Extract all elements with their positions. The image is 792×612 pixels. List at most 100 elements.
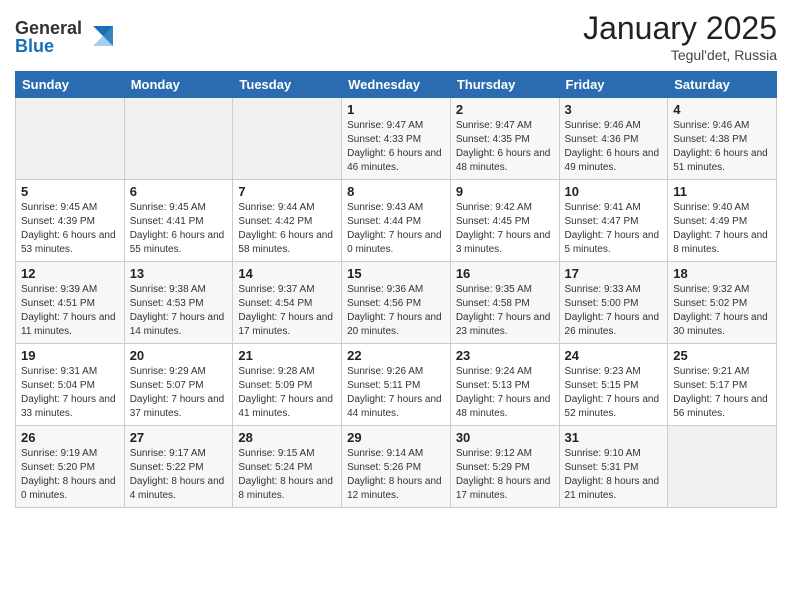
day-info: Sunrise: 9:33 AM Sunset: 5:00 PM Dayligh… xyxy=(565,283,663,339)
calendar-cell: 23 Sunrise: 9:24 AM Sunset: 5:13 PM Dayli… xyxy=(450,344,559,426)
day-info: Sunrise: 9:24 AM Sunset: 5:13 PM Dayligh… xyxy=(456,365,554,421)
day-number: 16 xyxy=(456,266,554,281)
day-number: 6 xyxy=(130,184,228,199)
calendar-cell: 29 Sunrise: 9:14 AM Sunset: 5:26 PM Dayli… xyxy=(342,426,451,508)
calendar-cell: 4 Sunrise: 9:46 AM Sunset: 4:38 PM Daylig… xyxy=(668,98,777,180)
calendar-cell: 27 Sunrise: 9:17 AM Sunset: 5:22 PM Dayli… xyxy=(124,426,233,508)
weekday-header-tuesday: Tuesday xyxy=(233,72,342,98)
day-info: Sunrise: 9:40 AM Sunset: 4:49 PM Dayligh… xyxy=(673,201,771,257)
day-info: Sunrise: 9:29 AM Sunset: 5:07 PM Dayligh… xyxy=(130,365,228,421)
day-number: 18 xyxy=(673,266,771,281)
page: General Blue January 2025 Tegul'det, Rus… xyxy=(0,0,792,612)
calendar-cell: 30Sunrise: 9:12 AM Sunset: 5:29 PM Dayli… xyxy=(450,426,559,508)
day-number: 4 xyxy=(673,102,771,117)
day-info: Sunrise: 9:47 AM Sunset: 4:35 PM Dayligh… xyxy=(456,119,554,175)
calendar-cell: 5 Sunrise: 9:45 AM Sunset: 4:39 PM Daylig… xyxy=(16,180,125,262)
calendar-cell: 11 Sunrise: 9:40 AM Sunset: 4:49 PM Dayli… xyxy=(668,180,777,262)
calendar-cell: 18 Sunrise: 9:32 AM Sunset: 5:02 PM Dayli… xyxy=(668,262,777,344)
day-info: Sunrise: 9:28 AM Sunset: 5:09 PM Dayligh… xyxy=(238,365,336,421)
calendar-cell: 15 Sunrise: 9:36 AM Sunset: 4:56 PM Dayli… xyxy=(342,262,451,344)
weekday-header-friday: Friday xyxy=(559,72,668,98)
calendar-week-5: 26Sunrise: 9:19 AM Sunset: 5:20 PM Dayli… xyxy=(16,426,777,508)
day-info: Sunrise: 9:41 AM Sunset: 4:47 PM Dayligh… xyxy=(565,201,663,257)
calendar-cell: 26Sunrise: 9:19 AM Sunset: 5:20 PM Dayli… xyxy=(16,426,125,508)
day-number: 24 xyxy=(565,348,663,363)
day-number: 30 xyxy=(456,430,554,445)
calendar-cell: 24 Sunrise: 9:23 AM Sunset: 5:15 PM Dayli… xyxy=(559,344,668,426)
svg-text:Blue: Blue xyxy=(15,36,54,56)
day-info: Sunrise: 9:36 AM Sunset: 4:56 PM Dayligh… xyxy=(347,283,445,339)
calendar-cell: 1 Sunrise: 9:47 AM Sunset: 4:33 PM Daylig… xyxy=(342,98,451,180)
calendar-cell: 19Sunrise: 9:31 AM Sunset: 5:04 PM Dayli… xyxy=(16,344,125,426)
title-block: January 2025 Tegul'det, Russia xyxy=(583,10,777,63)
calendar-cell: 3 Sunrise: 9:46 AM Sunset: 4:36 PM Daylig… xyxy=(559,98,668,180)
day-info: Sunrise: 9:46 AM Sunset: 4:38 PM Dayligh… xyxy=(673,119,771,175)
calendar-cell: 25 Sunrise: 9:21 AM Sunset: 5:17 PM Dayli… xyxy=(668,344,777,426)
day-number: 15 xyxy=(347,266,445,281)
day-number: 10 xyxy=(565,184,663,199)
calendar-cell: 2 Sunrise: 9:47 AM Sunset: 4:35 PM Daylig… xyxy=(450,98,559,180)
day-info: Sunrise: 9:10 AM Sunset: 5:31 PM Dayligh… xyxy=(565,447,663,503)
month-title: January 2025 xyxy=(583,10,777,47)
weekday-header-wednesday: Wednesday xyxy=(342,72,451,98)
day-info: Sunrise: 9:32 AM Sunset: 5:02 PM Dayligh… xyxy=(673,283,771,339)
calendar-table: SundayMondayTuesdayWednesdayThursdayFrid… xyxy=(15,71,777,508)
day-info: Sunrise: 9:47 AM Sunset: 4:33 PM Dayligh… xyxy=(347,119,445,175)
day-number: 2 xyxy=(456,102,554,117)
calendar-cell xyxy=(16,98,125,180)
weekday-header-saturday: Saturday xyxy=(668,72,777,98)
calendar-cell: 13Sunrise: 9:38 AM Sunset: 4:53 PM Dayli… xyxy=(124,262,233,344)
svg-text:General: General xyxy=(15,18,82,38)
calendar-cell xyxy=(233,98,342,180)
day-number: 22 xyxy=(347,348,445,363)
day-info: Sunrise: 9:44 AM Sunset: 4:42 PM Dayligh… xyxy=(238,201,336,257)
day-number: 19 xyxy=(21,348,119,363)
calendar-week-1: 1 Sunrise: 9:47 AM Sunset: 4:33 PM Daylig… xyxy=(16,98,777,180)
day-number: 11 xyxy=(673,184,771,199)
day-number: 5 xyxy=(21,184,119,199)
weekday-header-row: SundayMondayTuesdayWednesdayThursdayFrid… xyxy=(16,72,777,98)
logo: General Blue xyxy=(15,14,125,63)
calendar-cell: 14Sunrise: 9:37 AM Sunset: 4:54 PM Dayli… xyxy=(233,262,342,344)
day-info: Sunrise: 9:14 AM Sunset: 5:26 PM Dayligh… xyxy=(347,447,445,503)
calendar-cell xyxy=(668,426,777,508)
day-number: 3 xyxy=(565,102,663,117)
calendar-cell: 31Sunrise: 9:10 AM Sunset: 5:31 PM Dayli… xyxy=(559,426,668,508)
day-number: 20 xyxy=(130,348,228,363)
header: General Blue January 2025 Tegul'det, Rus… xyxy=(15,10,777,63)
calendar-week-3: 12Sunrise: 9:39 AM Sunset: 4:51 PM Dayli… xyxy=(16,262,777,344)
day-number: 25 xyxy=(673,348,771,363)
day-info: Sunrise: 9:21 AM Sunset: 5:17 PM Dayligh… xyxy=(673,365,771,421)
calendar-cell: 8Sunrise: 9:43 AM Sunset: 4:44 PM Daylig… xyxy=(342,180,451,262)
day-info: Sunrise: 9:45 AM Sunset: 4:39 PM Dayligh… xyxy=(21,201,119,257)
calendar-cell: 6 Sunrise: 9:45 AM Sunset: 4:41 PM Daylig… xyxy=(124,180,233,262)
day-number: 23 xyxy=(456,348,554,363)
calendar-cell xyxy=(124,98,233,180)
day-number: 27 xyxy=(130,430,228,445)
calendar-cell: 17Sunrise: 9:33 AM Sunset: 5:00 PM Dayli… xyxy=(559,262,668,344)
day-number: 12 xyxy=(21,266,119,281)
day-number: 26 xyxy=(21,430,119,445)
day-number: 21 xyxy=(238,348,336,363)
calendar-cell: 12Sunrise: 9:39 AM Sunset: 4:51 PM Dayli… xyxy=(16,262,125,344)
day-info: Sunrise: 9:45 AM Sunset: 4:41 PM Dayligh… xyxy=(130,201,228,257)
day-info: Sunrise: 9:35 AM Sunset: 4:58 PM Dayligh… xyxy=(456,283,554,339)
calendar-cell: 20 Sunrise: 9:29 AM Sunset: 5:07 PM Dayli… xyxy=(124,344,233,426)
day-info: Sunrise: 9:26 AM Sunset: 5:11 PM Dayligh… xyxy=(347,365,445,421)
calendar-cell: 10 Sunrise: 9:41 AM Sunset: 4:47 PM Dayli… xyxy=(559,180,668,262)
location-subtitle: Tegul'det, Russia xyxy=(583,47,777,63)
calendar-week-2: 5 Sunrise: 9:45 AM Sunset: 4:39 PM Daylig… xyxy=(16,180,777,262)
day-info: Sunrise: 9:23 AM Sunset: 5:15 PM Dayligh… xyxy=(565,365,663,421)
day-info: Sunrise: 9:17 AM Sunset: 5:22 PM Dayligh… xyxy=(130,447,228,503)
day-number: 1 xyxy=(347,102,445,117)
day-info: Sunrise: 9:46 AM Sunset: 4:36 PM Dayligh… xyxy=(565,119,663,175)
day-info: Sunrise: 9:43 AM Sunset: 4:44 PM Dayligh… xyxy=(347,201,445,257)
weekday-header-thursday: Thursday xyxy=(450,72,559,98)
day-number: 9 xyxy=(456,184,554,199)
weekday-header-monday: Monday xyxy=(124,72,233,98)
day-number: 29 xyxy=(347,430,445,445)
calendar-cell: 7 Sunrise: 9:44 AM Sunset: 4:42 PM Daylig… xyxy=(233,180,342,262)
calendar-cell: 22 Sunrise: 9:26 AM Sunset: 5:11 PM Dayli… xyxy=(342,344,451,426)
day-number: 7 xyxy=(238,184,336,199)
day-info: Sunrise: 9:15 AM Sunset: 5:24 PM Dayligh… xyxy=(238,447,336,503)
